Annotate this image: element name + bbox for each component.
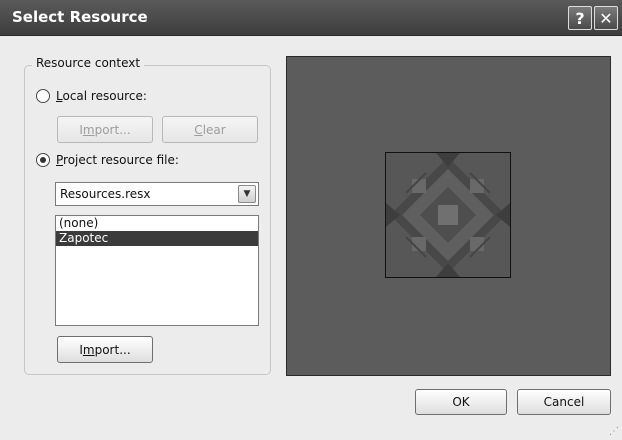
resize-grip-icon[interactable]: ⋰ <box>609 426 619 437</box>
import-project-button[interactable]: Im port... <box>57 336 153 363</box>
clear-button[interactable]: Clear <box>162 116 258 143</box>
window-title: Select Resource <box>12 8 148 26</box>
cancel-button[interactable]: Cancel <box>517 389 611 415</box>
radio-selected-icon <box>36 153 50 167</box>
zapotec-pattern-icon <box>386 153 510 277</box>
list-item[interactable]: (none) <box>56 216 258 231</box>
resource-preview-image <box>385 152 511 278</box>
local-resource-radio[interactable]: Local resource: <box>36 89 147 103</box>
list-item[interactable]: Zapotec <box>56 231 258 246</box>
help-button[interactable]: ? <box>568 6 592 30</box>
local-resource-label: Local resource: <box>56 89 147 103</box>
project-resource-label: Project resource file: <box>56 153 179 167</box>
help-icon: ? <box>575 8 585 28</box>
resx-file-value: Resources.resx <box>60 187 151 201</box>
close-icon: ✕ <box>599 8 613 28</box>
import-local-button[interactable]: Im port... <box>57 116 153 143</box>
radio-icon <box>36 89 50 103</box>
ok-button[interactable]: OK <box>415 389 507 415</box>
chevron-down-icon[interactable]: ▼ <box>238 185 256 203</box>
resource-context-label: Resource context <box>32 56 145 70</box>
close-button[interactable]: ✕ <box>594 6 618 30</box>
resources-listbox[interactable]: (none) Zapotec <box>55 215 259 326</box>
project-resource-radio[interactable]: Project resource file: <box>36 153 179 167</box>
title-bar: Select Resource ? ✕ <box>0 0 622 36</box>
resx-file-dropdown[interactable]: Resources.resx ▼ <box>55 182 259 206</box>
